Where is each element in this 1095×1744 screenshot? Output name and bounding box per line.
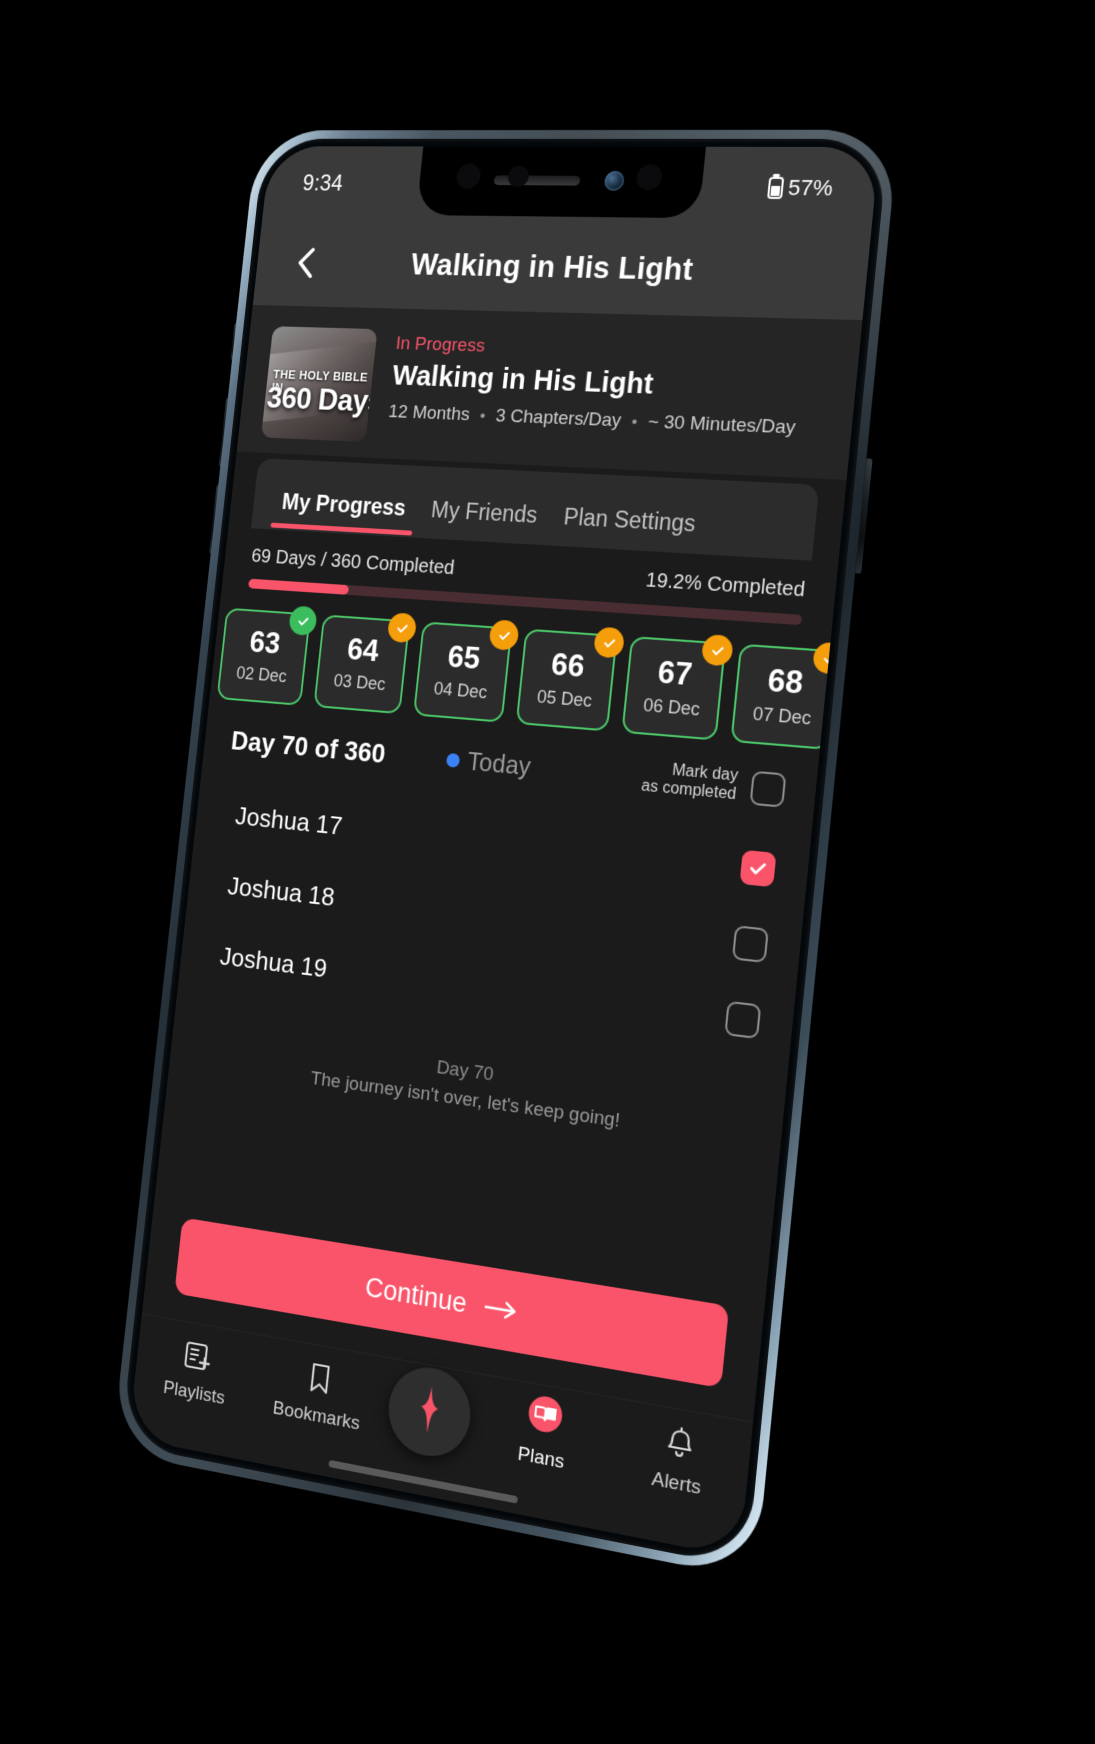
today-dot-icon	[445, 753, 460, 769]
arrow-right-icon	[483, 1296, 520, 1322]
plan-name: Walking in His Light	[390, 360, 655, 401]
battery-percent-label: 57%	[786, 174, 834, 201]
today-indicator: Today	[445, 746, 532, 782]
tab-my-friends[interactable]: My Friends	[415, 496, 552, 545]
day-card-number: 65	[446, 639, 482, 676]
day-card-number: 63	[248, 624, 282, 661]
earpiece-speaker	[493, 175, 581, 186]
nav-label-alerts: Alerts	[650, 1467, 702, 1500]
check-circle-orange-icon	[386, 612, 418, 644]
chapter-checkbox[interactable]	[731, 924, 769, 963]
phone-mockup: 9:34 57% Walking in His Light THE HOLY B…	[111, 129, 899, 1580]
chevron-left-icon	[292, 247, 318, 279]
status-time: 9:34	[301, 170, 345, 196]
mark-day-label: Mark day as completed	[640, 759, 739, 805]
app-navbar: Walking in His Light	[252, 218, 872, 321]
back-button[interactable]	[283, 241, 328, 285]
mark-day-completed[interactable]: Mark day as completed	[640, 759, 787, 809]
status-battery: 57%	[766, 174, 834, 202]
sparkle-star-icon	[403, 1380, 456, 1445]
plan-header: THE HOLY BIBLE IN 360 Days In Progress W…	[236, 304, 863, 480]
check-circle-green-icon	[288, 605, 318, 637]
day-card[interactable]: 64 03 Dec	[313, 612, 418, 715]
day-card-number: 66	[549, 646, 587, 684]
mark-day-checkbox[interactable]	[749, 770, 787, 808]
chapter-checkbox[interactable]	[724, 1000, 762, 1039]
continue-button-label: Continue	[363, 1271, 469, 1319]
day-card-date: 05 Dec	[536, 686, 593, 711]
day-card[interactable]: 65 04 Dec	[413, 619, 520, 723]
front-camera-icon	[603, 171, 625, 191]
day-card[interactable]: 63 02 Dec	[216, 605, 318, 706]
chapter-name: Joshua 17	[233, 800, 344, 841]
day-card[interactable]: 68 07 Dec	[730, 641, 832, 750]
day-card-number: 64	[345, 631, 381, 669]
playlist-add-icon	[181, 1336, 215, 1377]
app-content: THE HOLY BIBLE IN 360 Days In Progress W…	[128, 304, 863, 1558]
status-bar: 9:34 57%	[262, 146, 880, 227]
cover-title: 360 Days	[265, 380, 378, 419]
day-card-date: 04 Dec	[432, 678, 489, 703]
day-card[interactable]: 66 05 Dec	[515, 626, 626, 732]
sensor-dot-icon	[455, 163, 482, 189]
nav-item-alerts[interactable]: Alerts	[615, 1414, 744, 1507]
plan-facts: 12 Months • 3 Chapters/Day • ~ 30 Minute…	[387, 402, 826, 441]
nav-item-sparkle[interactable]	[384, 1361, 475, 1464]
plan-meta: In Progress Walking in His Light 12 Mont…	[385, 330, 833, 463]
plan-fact-minutes: ~ 30 Minutes/Day	[646, 411, 797, 439]
progress-percent-label: 19.2% Completed	[644, 569, 806, 602]
bookmark-icon	[303, 1358, 338, 1400]
bell-icon	[661, 1422, 699, 1466]
mockup-stage: 9:34 57% Walking in His Light THE HOLY B…	[0, 0, 1095, 1744]
day-card-date: 03 Dec	[332, 670, 387, 695]
plan-cover-image: THE HOLY BIBLE IN 360 Days	[260, 326, 378, 443]
check-circle-orange-icon	[488, 619, 520, 651]
nav-item-playlists[interactable]: Playlists	[140, 1329, 253, 1414]
open-book-icon	[521, 1393, 570, 1442]
battery-icon	[766, 176, 785, 200]
nav-label-playlists: Playlists	[162, 1376, 226, 1410]
chapter-name: Joshua 18	[226, 870, 337, 912]
day-card-date: 02 Dec	[235, 663, 288, 687]
fact-separator-icon: •	[478, 406, 487, 425]
tab-my-progress[interactable]: My Progress	[267, 488, 420, 537]
plan-fact-chapters: 3 Chapters/Day	[494, 405, 623, 432]
page-title: Walking in His Light	[409, 247, 695, 287]
today-label: Today	[466, 747, 533, 782]
chapter-checkbox[interactable]	[739, 849, 777, 888]
day-counter: Day 70 of 360	[229, 726, 387, 769]
progress-days-label: 69 Days / 360 Completed	[250, 545, 456, 580]
nav-item-plans[interactable]: Plans	[482, 1390, 606, 1481]
nav-label-plans: Plans	[516, 1443, 566, 1474]
nav-label-bookmarks: Bookmarks	[271, 1397, 361, 1435]
day-card-number: 68	[766, 662, 805, 701]
day-card-date: 07 Dec	[751, 703, 813, 729]
progress-bar-fill	[247, 578, 349, 595]
fact-separator-icon: •	[630, 411, 639, 432]
device-notch	[416, 146, 707, 219]
